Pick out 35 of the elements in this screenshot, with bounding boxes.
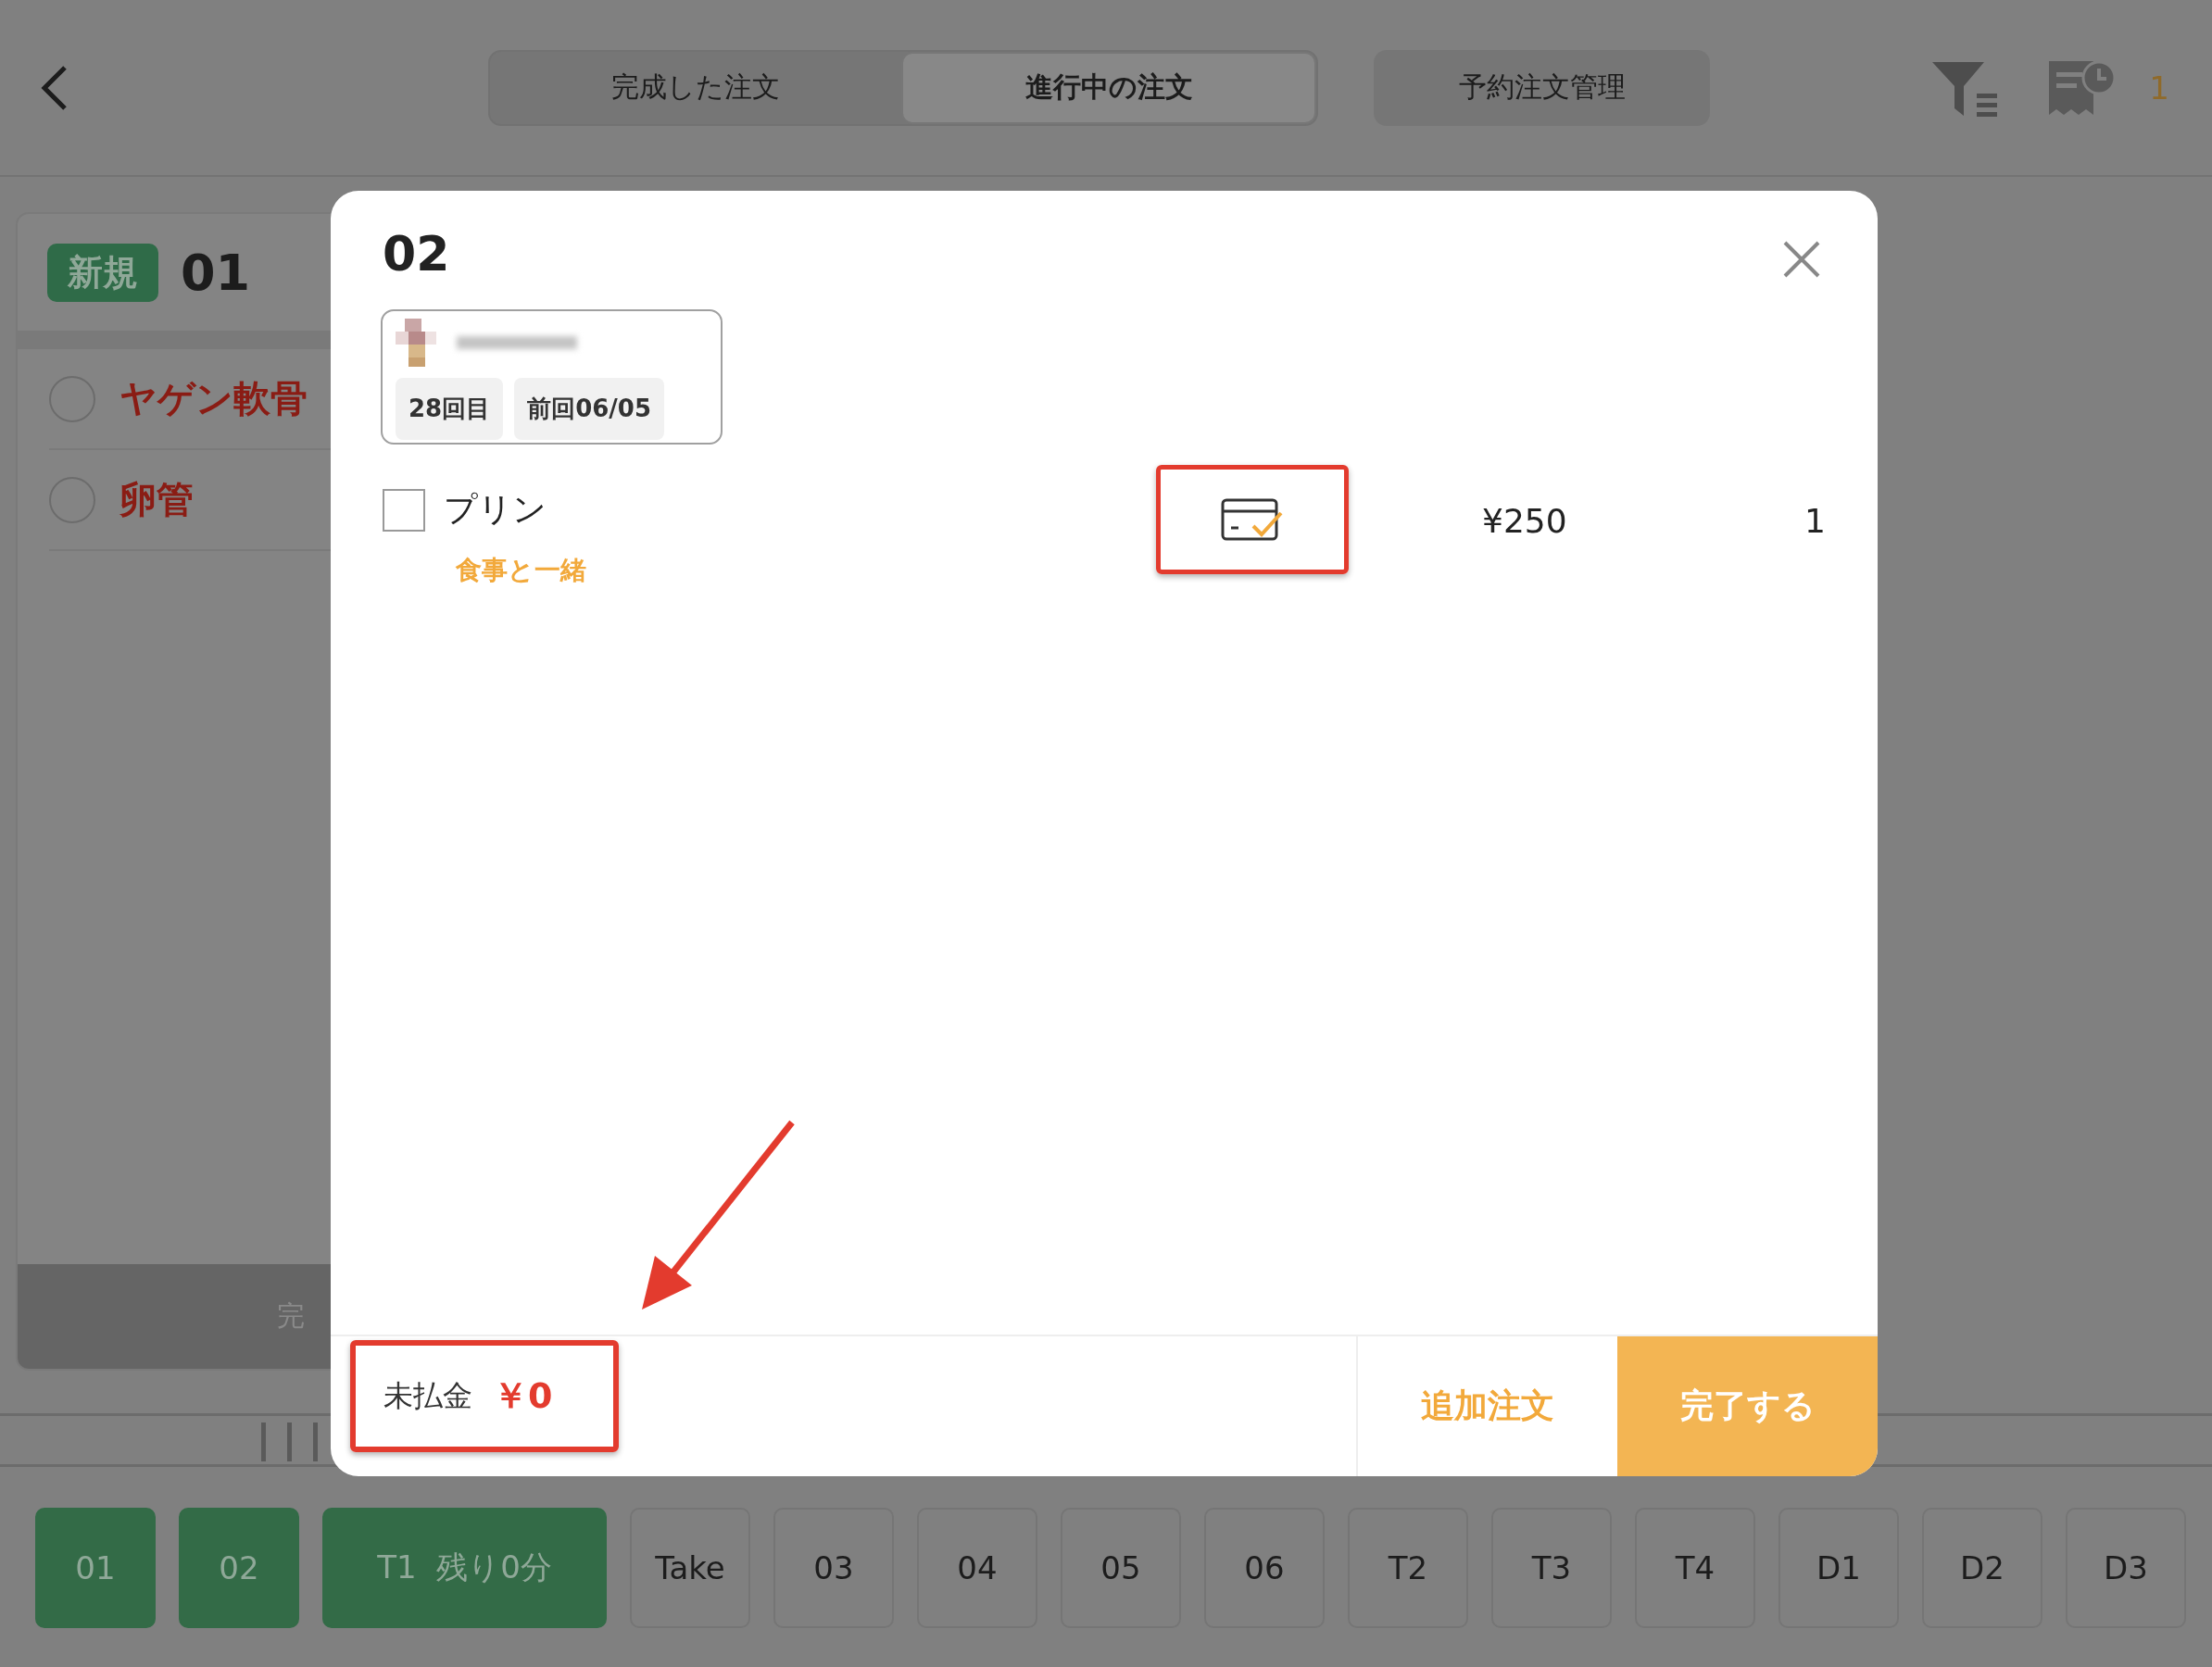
last-visit-tag: 前回06/05 (514, 378, 665, 440)
table-button[interactable]: D1 (1778, 1508, 1899, 1628)
table-button[interactable]: 06 (1204, 1508, 1325, 1628)
item-price: ¥250 (1481, 501, 1568, 540)
tab[interactable]: 進行中の注文 (901, 51, 1316, 124)
notification-count: 1 (2149, 69, 2169, 107)
table-button[interactable]: 04 (917, 1508, 1037, 1628)
table-button[interactable]: 03 (773, 1508, 894, 1628)
status-badge: 新規 (47, 243, 158, 302)
visit-count-tag: 28回目 (396, 378, 504, 440)
reservation-button[interactable]: 予約注文管理 (1374, 49, 1710, 126)
tab[interactable]: 完成した注文 (490, 51, 901, 124)
product-name: プリン (444, 489, 547, 530)
unpaid-label: 未払金 (383, 1376, 472, 1415)
item-note: 食事と一緒 (456, 554, 587, 587)
table-button[interactable]: D2 (1922, 1508, 2042, 1628)
table-button[interactable]: 05 (1061, 1508, 1181, 1628)
item-name: ヤゲン軟骨 (119, 376, 308, 421)
table-button[interactable]: T3 (1491, 1508, 1612, 1628)
unpaid-amount: ￥0 (493, 1374, 553, 1418)
table-button[interactable]: T2 (1348, 1508, 1468, 1628)
card-check-icon[interactable] (1220, 496, 1285, 543)
order-number: 01 (181, 243, 251, 302)
table-button[interactable]: D3 (2066, 1508, 2186, 1628)
dialog-title: 02 (383, 226, 450, 282)
table-button[interactable]: T1 残り0分 (322, 1508, 607, 1628)
checkbox[interactable] (383, 488, 425, 532)
table-button[interactable]: T4 (1635, 1508, 1755, 1628)
item-quantity: 1 (1804, 501, 1826, 540)
radio-button[interactable] (49, 375, 95, 422)
item-name: 卵管 (119, 477, 194, 522)
table-button[interactable]: Take (630, 1508, 750, 1628)
table-button[interactable]: 01 (35, 1508, 156, 1628)
table-button[interactable]: 02 (179, 1508, 299, 1628)
radio-button[interactable] (49, 476, 95, 523)
